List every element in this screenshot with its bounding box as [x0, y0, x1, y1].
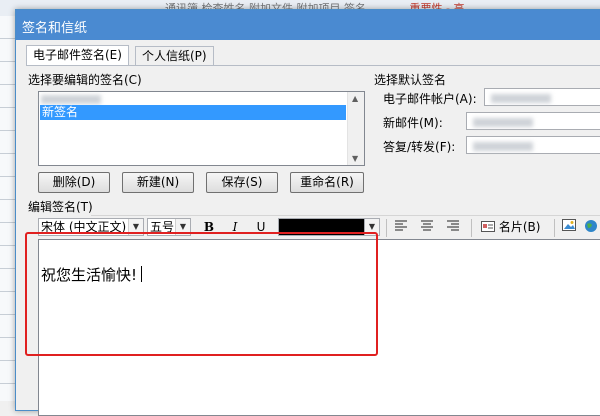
- dialog-title: 签名和信纸: [22, 21, 88, 36]
- email-account-select[interactable]: [484, 88, 600, 106]
- toolbar-separator: [386, 219, 387, 237]
- picture-icon: [562, 219, 576, 231]
- default-signature-label: 选择默认签名: [374, 73, 447, 87]
- align-right-button[interactable]: [444, 219, 462, 235]
- signature-list-item[interactable]: [41, 93, 341, 105]
- save-button[interactable]: 保存(S): [206, 172, 278, 193]
- new-messages-select[interactable]: [466, 112, 600, 130]
- insert-hyperlink-button[interactable]: [582, 219, 600, 235]
- rename-button[interactable]: 重命名(R): [290, 172, 364, 193]
- toolbar-separator: [554, 219, 555, 237]
- align-left-button[interactable]: [392, 219, 410, 235]
- highlight-annotation-box: [25, 232, 378, 356]
- signature-list-scrollbar[interactable]: ▲ ▼: [347, 92, 364, 165]
- business-card-button[interactable]: 名片(B): [481, 219, 549, 235]
- dialog-titlebar: 签名和信纸: [16, 10, 600, 40]
- insert-picture-button[interactable]: [560, 219, 578, 235]
- background-list: [0, 16, 15, 401]
- business-card-icon: [481, 221, 495, 232]
- align-center-icon: [421, 220, 433, 231]
- edit-signature-divider: [91, 215, 600, 216]
- scroll-up-icon[interactable]: ▲: [352, 94, 358, 103]
- align-right-icon: [447, 220, 459, 231]
- edit-signature-label: 编辑签名(T): [28, 200, 93, 214]
- hyperlink-globe-icon: [585, 220, 597, 232]
- redacted-replies: [473, 142, 533, 151]
- business-card-label: 名片(B): [498, 220, 541, 234]
- redacted-account: [491, 94, 551, 103]
- scroll-down-icon[interactable]: ▼: [352, 154, 358, 163]
- tab-email-signature[interactable]: 电子邮件签名(E): [26, 45, 129, 66]
- signature-list-item-selected[interactable]: 新签名: [40, 105, 346, 120]
- tab-personal-stationery[interactable]: 个人信纸(P): [135, 46, 214, 66]
- select-signature-label: 选择要编辑的签名(C): [28, 73, 142, 87]
- redacted-new-messages: [473, 118, 533, 127]
- signature-list[interactable]: 新签名 ▲ ▼: [38, 91, 365, 166]
- email-account-label: 电子邮件帐户(A):: [383, 92, 477, 106]
- toolbar-separator: [471, 219, 472, 237]
- replies-forwards-label: 答复/转发(F):: [383, 140, 456, 154]
- align-center-button[interactable]: [418, 219, 436, 235]
- align-left-icon: [395, 220, 407, 231]
- new-button[interactable]: 新建(N): [122, 172, 194, 193]
- tab-divider: [26, 65, 600, 66]
- delete-button[interactable]: 删除(D): [38, 172, 110, 193]
- new-messages-label: 新邮件(M):: [383, 116, 443, 130]
- replies-forwards-select[interactable]: [466, 136, 600, 154]
- redacted-signature-name: [41, 95, 101, 104]
